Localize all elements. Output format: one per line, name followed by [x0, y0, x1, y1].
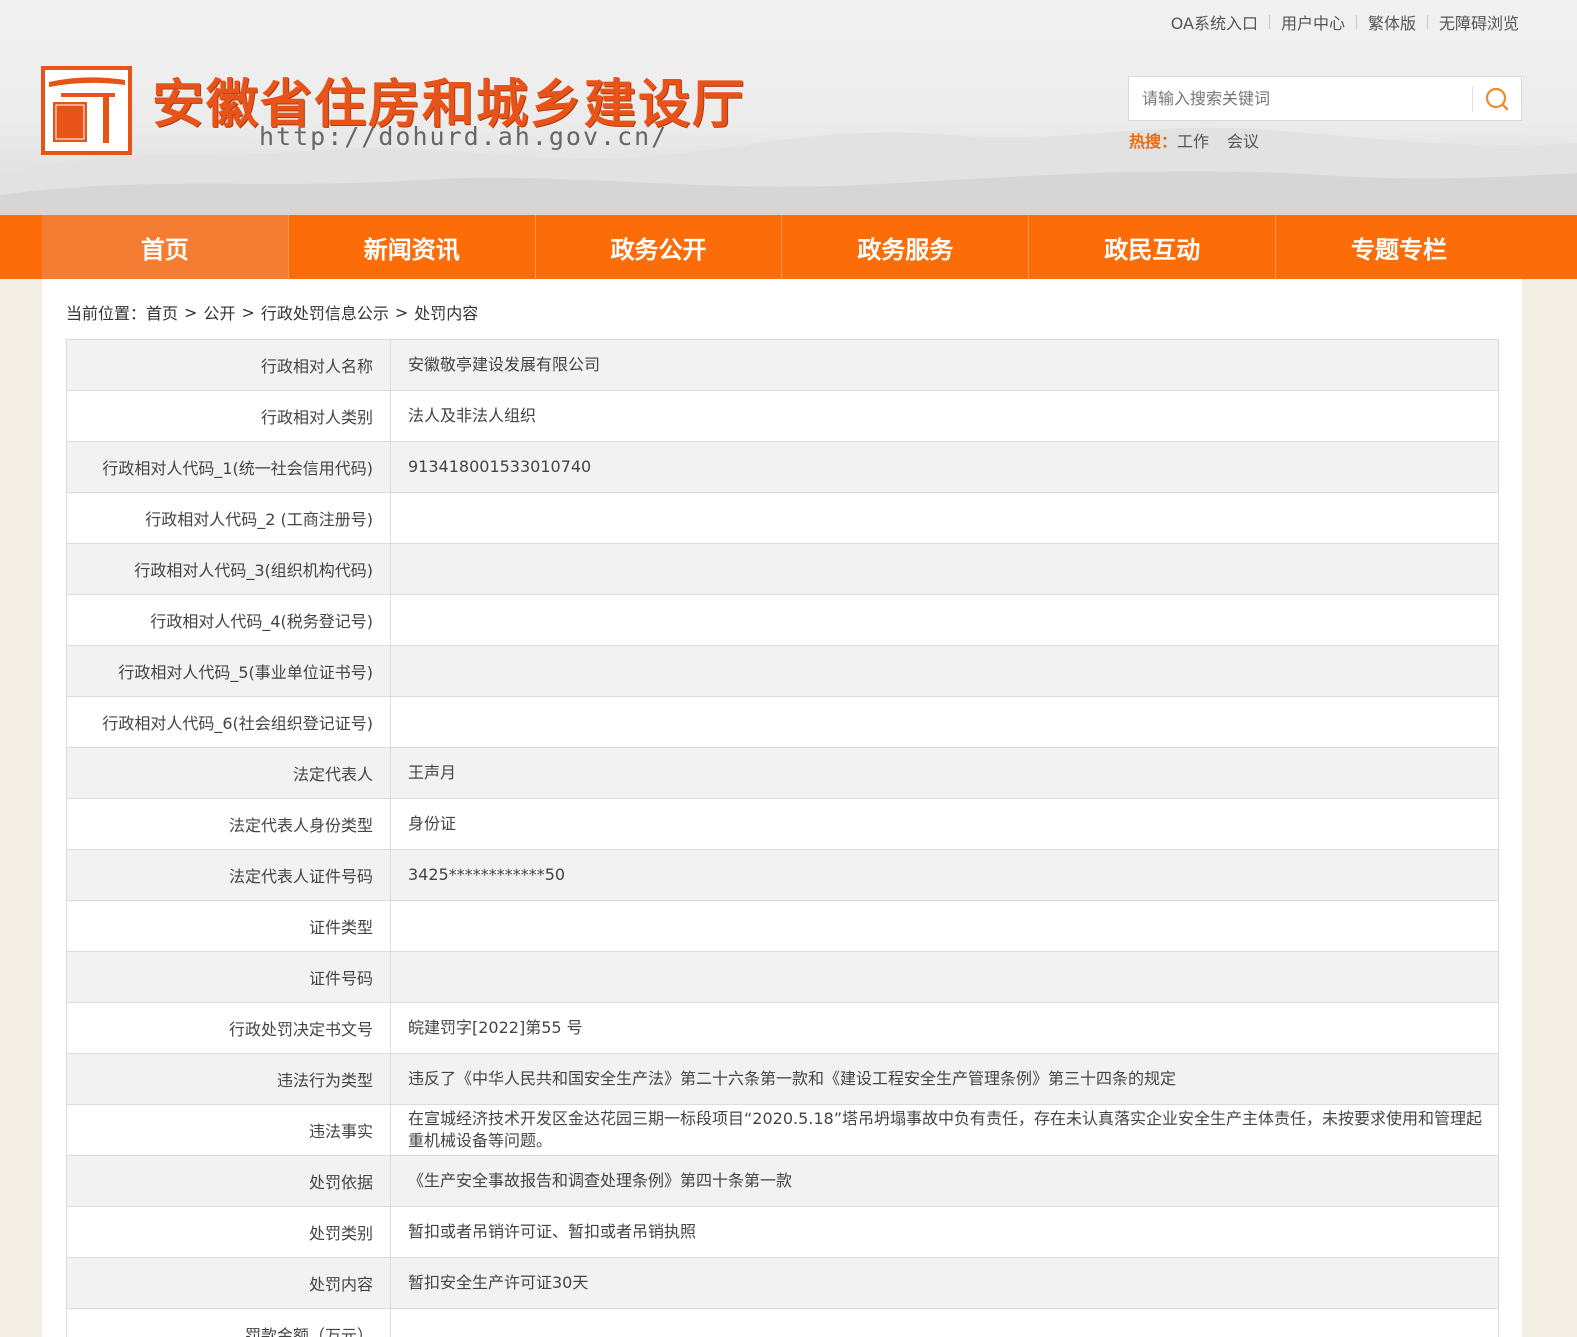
- table-row: 行政相对人代码_1(统一社会信用代码) 913418001533010740: [66, 441, 1499, 493]
- table-row: 行政相对人代码_6(社会组织登记证号): [66, 696, 1499, 748]
- traditional-chinese-link[interactable]: 繁体版: [1368, 10, 1416, 34]
- link-divider: [1355, 15, 1357, 29]
- row-value: 违反了《中华人民共和国安全生产法》第二十六条第一款和《建设工程安全生产管理条例》…: [390, 1053, 1499, 1105]
- top-links: OA系统入口 用户中心 繁体版 无障碍浏览: [1171, 10, 1519, 34]
- user-center-link[interactable]: 用户中心: [1281, 10, 1345, 34]
- table-row: 处罚依据 《生产安全事故报告和调查处理条例》第四十条第一款: [66, 1155, 1499, 1207]
- row-value: 3425************50: [390, 849, 1499, 901]
- row-value: 法人及非法人组织: [390, 390, 1499, 442]
- breadcrumb: 当前位置： 首页 > 公开 > 行政处罚信息公示 > 处罚内容: [66, 300, 478, 324]
- table-row: 处罚内容 暂扣安全生产许可证30天: [66, 1257, 1499, 1309]
- breadcrumb-home[interactable]: 首页: [146, 300, 178, 324]
- nav-item-interaction[interactable]: 政民互动: [1029, 215, 1277, 279]
- row-value: [390, 951, 1499, 1003]
- table-row: 行政相对人代码_5(事业单位证书号): [66, 645, 1499, 697]
- row-label: 罚款金额（万元）: [66, 1308, 391, 1337]
- table-row: 处罚类别 暂扣或者吊销许可证、暂扣或者吊销执照: [66, 1206, 1499, 1258]
- row-value: 暂扣安全生产许可证30天: [390, 1257, 1499, 1309]
- row-label: 行政相对人类别: [66, 390, 391, 442]
- row-value: [390, 645, 1499, 697]
- row-label: 违法行为类型: [66, 1053, 391, 1105]
- table-row: 行政相对人代码_4(税务登记号): [66, 594, 1499, 646]
- row-value: 在宣城经济技术开发区金达花园三期一标段项目“2020.5.18”塔吊坍塌事故中负…: [390, 1104, 1499, 1156]
- row-value: [390, 1308, 1499, 1337]
- row-label: 行政处罚决定书文号: [66, 1002, 391, 1054]
- table-row: 行政处罚决定书文号 皖建罚字[2022]第55 号: [66, 1002, 1499, 1054]
- hot-search-item[interactable]: 会议: [1227, 128, 1259, 152]
- link-divider: [1426, 15, 1428, 29]
- breadcrumb-penalty-content[interactable]: 处罚内容: [414, 300, 478, 324]
- penalty-info-table: 行政相对人名称 安徽敬亭建设发展有限公司 行政相对人类别 法人及非法人组织 行政相对…: [66, 339, 1499, 1337]
- breadcrumb-open[interactable]: 公开: [203, 300, 235, 324]
- search-input[interactable]: [1129, 77, 1472, 120]
- search-box: [1128, 76, 1522, 121]
- row-label: 行政相对人代码_5(事业单位证书号): [66, 645, 391, 697]
- nav-item-home[interactable]: 首页: [42, 215, 289, 279]
- row-label: 行政相对人代码_3(组织机构代码): [66, 543, 391, 595]
- accessibility-link[interactable]: 无障碍浏览: [1439, 10, 1519, 34]
- table-row: 证件类型: [66, 900, 1499, 952]
- table-row: 罚款金额（万元）: [66, 1308, 1499, 1337]
- row-label: 行政相对人代码_4(税务登记号): [66, 594, 391, 646]
- oa-link[interactable]: OA系统入口: [1171, 10, 1258, 34]
- nav-item-gov-affairs-open[interactable]: 政务公开: [536, 215, 783, 279]
- table-row: 法定代表人身份类型 身份证: [66, 798, 1499, 850]
- row-value: 《生产安全事故报告和调查处理条例》第四十条第一款: [390, 1155, 1499, 1207]
- row-value: [390, 900, 1499, 952]
- row-label: 违法事实: [66, 1104, 391, 1156]
- row-label: 行政相对人名称: [66, 339, 391, 391]
- row-value: [390, 492, 1499, 544]
- row-label: 证件类型: [66, 900, 391, 952]
- link-divider: [1268, 15, 1270, 29]
- hot-search-item[interactable]: 工作: [1177, 128, 1209, 152]
- hot-search-label: 热搜：: [1129, 132, 1178, 151]
- table-row: 违法行为类型 违反了《中华人民共和国安全生产法》第二十六条第一款和《建设工程安全生…: [66, 1053, 1499, 1105]
- table-row: 行政相对人代码_3(组织机构代码): [66, 543, 1499, 595]
- row-label: 法定代表人证件号码: [66, 849, 391, 901]
- table-row: 行政相对人类别 法人及非法人组织: [66, 390, 1499, 442]
- row-label: 处罚类别: [66, 1206, 391, 1258]
- row-label: 证件号码: [66, 951, 391, 1003]
- row-value: [390, 543, 1499, 595]
- breadcrumb-separator: >: [184, 302, 198, 322]
- site-url: http://dohurd.ah.gov.cn/: [259, 122, 669, 151]
- nav-item-gov-services[interactable]: 政务服务: [782, 215, 1030, 279]
- breadcrumb-prefix: 当前位置：: [66, 304, 147, 323]
- breadcrumb-separator: >: [241, 302, 255, 322]
- breadcrumb-penalty-disclosure[interactable]: 行政处罚信息公示: [261, 300, 389, 324]
- breadcrumb-separator: >: [394, 302, 409, 322]
- row-value: 913418001533010740: [390, 441, 1499, 493]
- search-icon: [1485, 87, 1509, 110]
- row-label: 处罚内容: [66, 1257, 391, 1309]
- table-row: 法定代表人证件号码 3425************50: [66, 849, 1499, 901]
- hot-search: 热搜： 工作 会议: [1129, 128, 1277, 152]
- table-row: 证件号码: [66, 951, 1499, 1003]
- row-label: 处罚依据: [66, 1155, 391, 1207]
- table-row: 行政相对人名称 安徽敬亭建设发展有限公司: [66, 339, 1499, 391]
- table-row: 违法事实 在宣城经济技术开发区金达花园三期一标段项目“2020.5.18”塔吊坍塌…: [66, 1104, 1499, 1156]
- row-value: [390, 594, 1499, 646]
- department-logo[interactable]: [41, 66, 132, 155]
- row-label: 行政相对人代码_2 (工商注册号): [66, 492, 391, 544]
- row-value: 身份证: [390, 798, 1499, 850]
- site-header: OA系统入口 用户中心 繁体版 无障碍浏览 安徽省住房和城乡建设厅 http:/…: [0, 0, 1577, 215]
- row-value: 安徽敬亭建设发展有限公司: [390, 339, 1499, 391]
- table-row: 行政相对人代码_2 (工商注册号): [66, 492, 1499, 544]
- main-content: 当前位置： 首页 > 公开 > 行政处罚信息公示 > 处罚内容 行政相对人名称安…: [42, 279, 1522, 1337]
- nav-item-news[interactable]: 新闻资讯: [289, 215, 536, 279]
- main-nav: 首页 新闻资讯 政务公开 政务服务 政民互动 专题专栏: [0, 215, 1577, 279]
- row-label: 法定代表人: [66, 747, 391, 799]
- row-label: 法定代表人身份类型: [66, 798, 391, 850]
- row-value: 王声月: [390, 747, 1499, 799]
- row-value: 暂扣或者吊销许可证、暂扣或者吊销执照: [390, 1206, 1499, 1258]
- nav-item-special-topics[interactable]: 专题专栏: [1276, 215, 1522, 279]
- row-label: 行政相对人代码_6(社会组织登记证号): [66, 696, 391, 748]
- search-button[interactable]: [1473, 77, 1521, 120]
- row-value: [390, 696, 1499, 748]
- table-row: 法定代表人 王声月: [66, 747, 1499, 799]
- row-label: 行政相对人代码_1(统一社会信用代码): [66, 441, 391, 493]
- row-value: 皖建罚字[2022]第55 号: [390, 1002, 1499, 1054]
